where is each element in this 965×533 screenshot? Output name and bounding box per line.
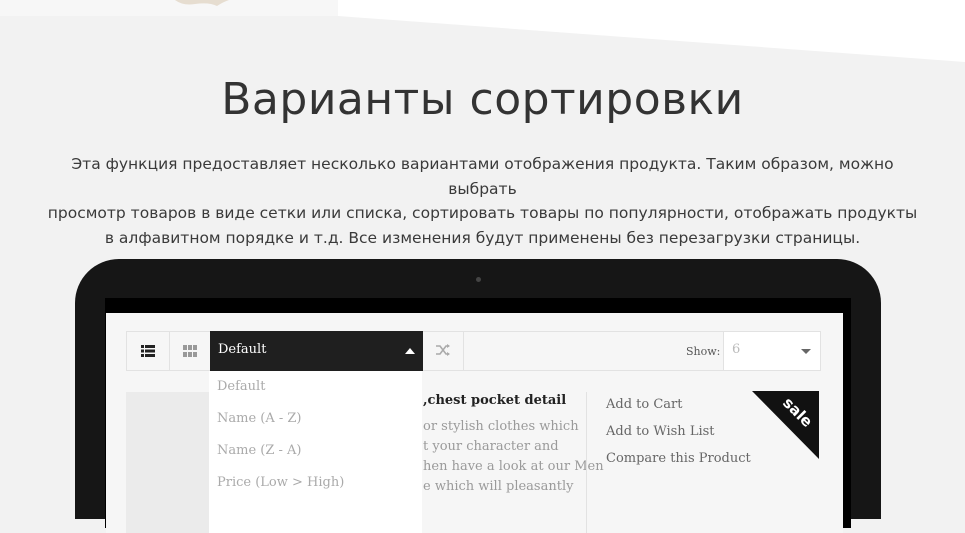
shuffle-icon xyxy=(435,342,451,361)
list-view-icon xyxy=(141,342,155,361)
shuffle-button[interactable] xyxy=(423,332,464,370)
show-label: Show: xyxy=(686,345,721,358)
sort-option-name-desc[interactable]: Name (Z - A) xyxy=(209,435,422,467)
description-line-3: в алфавитном порядке и т.д. Все изменени… xyxy=(104,228,861,247)
compare-product-link[interactable]: Compare this Product xyxy=(606,450,751,477)
sort-option-default[interactable]: Default xyxy=(209,371,422,403)
grid-view-button[interactable] xyxy=(169,332,211,370)
product-description-line: t your character and xyxy=(423,439,559,454)
chevron-down-icon xyxy=(801,349,811,354)
sort-select[interactable]: Default xyxy=(210,331,423,371)
description-line-2: просмотр товаров в виде сетки или списка… xyxy=(47,204,918,222)
product-actions: Add to Cart Add to Wish List Compare thi… xyxy=(606,396,751,477)
camera-dot xyxy=(476,277,481,282)
product-image-placeholder xyxy=(126,392,209,533)
sort-option-price-low-high[interactable]: Price (Low > High) xyxy=(209,467,422,499)
laptop-mockup: Default Show: 6 Default Name (A - Z) Nam… xyxy=(75,259,881,533)
sort-option-name-asc[interactable]: Name (A - Z) xyxy=(209,403,422,435)
sale-badge: sale xyxy=(752,391,819,459)
show-select[interactable]: 6 xyxy=(723,331,821,371)
top-white-band xyxy=(0,0,965,62)
product-title[interactable]: ,chest pocket detail xyxy=(423,393,566,408)
chevron-up-icon xyxy=(405,348,415,354)
description-line-1: Эта функция предоставляет несколько вари… xyxy=(71,155,894,198)
sort-select-value: Default xyxy=(218,342,267,357)
grid-view-icon xyxy=(183,342,197,361)
add-to-wishlist-link[interactable]: Add to Wish List xyxy=(606,423,751,450)
product-description-line: hen have a look at our Men xyxy=(423,459,604,474)
section-title: Варианты сортировки xyxy=(221,74,744,125)
product-description-line: or stylish clothes which xyxy=(423,419,579,434)
sort-toolbar: Default Show: 6 xyxy=(126,331,821,371)
list-view-button[interactable] xyxy=(127,332,170,370)
show-select-value: 6 xyxy=(732,342,741,357)
laptop-screen: Default Show: 6 Default Name (A - Z) Nam… xyxy=(106,313,843,533)
sort-dropdown-menu: Default Name (A - Z) Name (Z - A) Price … xyxy=(209,371,422,533)
divider xyxy=(586,392,587,533)
product-description: or stylish clothes which t your characte… xyxy=(423,417,604,497)
product-description-line: e which will pleasantly xyxy=(423,479,574,494)
section-description: Эта функция предоставляет несколько вари… xyxy=(40,152,925,250)
add-to-cart-link[interactable]: Add to Cart xyxy=(606,396,751,423)
